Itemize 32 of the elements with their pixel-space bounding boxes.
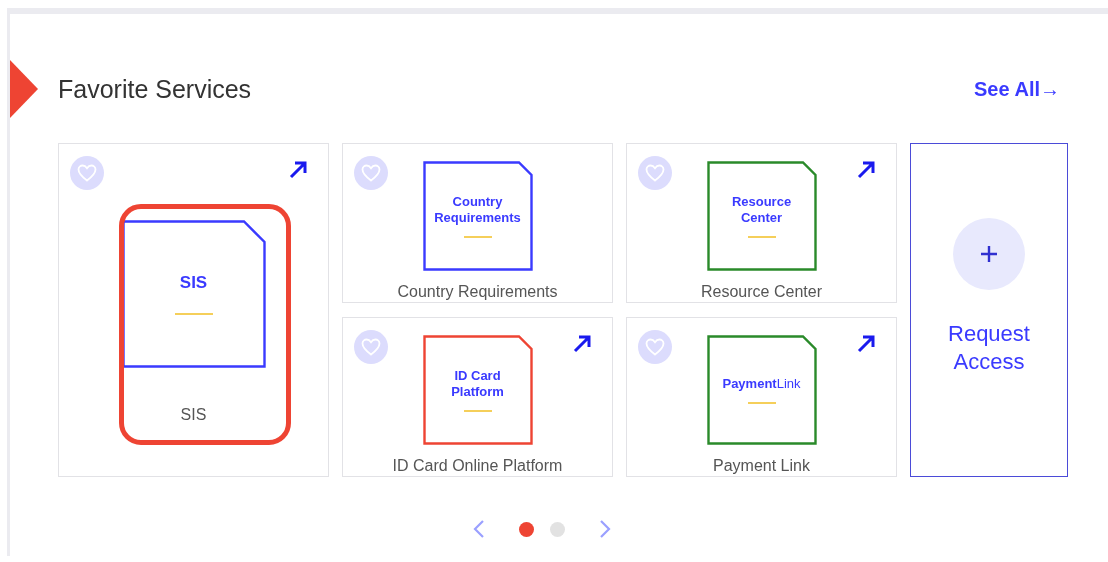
favorite-button[interactable] <box>354 330 388 364</box>
favorite-button[interactable] <box>70 156 104 190</box>
service-name: Resource Center <box>701 283 822 301</box>
arrow-icon[interactable] <box>856 334 876 354</box>
chevron-right-icon[interactable] <box>598 519 611 539</box>
see-all-link[interactable]: See All→ <box>974 77 1060 101</box>
arrow-icon[interactable] <box>572 334 592 354</box>
service-name: Payment Link <box>713 457 810 475</box>
favorite-button[interactable] <box>638 156 672 190</box>
heart-icon <box>77 164 97 182</box>
service-name: ID Card Online Platform <box>392 457 563 475</box>
heart-icon <box>645 164 665 182</box>
service-name: SIS <box>180 406 207 424</box>
section-title: Favorite Services <box>58 74 253 104</box>
heart-icon <box>361 164 381 182</box>
heart-icon <box>645 338 665 356</box>
section-marker <box>10 60 38 118</box>
tile-text: SIS <box>178 272 209 294</box>
page-dot[interactable] <box>549 521 565 537</box>
arrow-icon[interactable] <box>856 160 876 180</box>
page-dot[interactable] <box>518 521 534 537</box>
heart-icon <box>361 338 381 356</box>
tile-text: ID Card Platform <box>450 368 505 400</box>
tile-text: PaymentLink <box>721 376 802 392</box>
arrow-icon[interactable] <box>288 160 308 180</box>
tile-text: Country Requirements <box>433 194 522 226</box>
service-name: Country Requirements <box>397 283 558 301</box>
favorite-button[interactable] <box>354 156 388 190</box>
tile-text: Resource Center <box>730 194 793 226</box>
favorite-button[interactable] <box>638 330 672 364</box>
request-access-button[interactable]: Request Access <box>911 320 1067 376</box>
chevron-left-icon[interactable] <box>472 519 485 539</box>
